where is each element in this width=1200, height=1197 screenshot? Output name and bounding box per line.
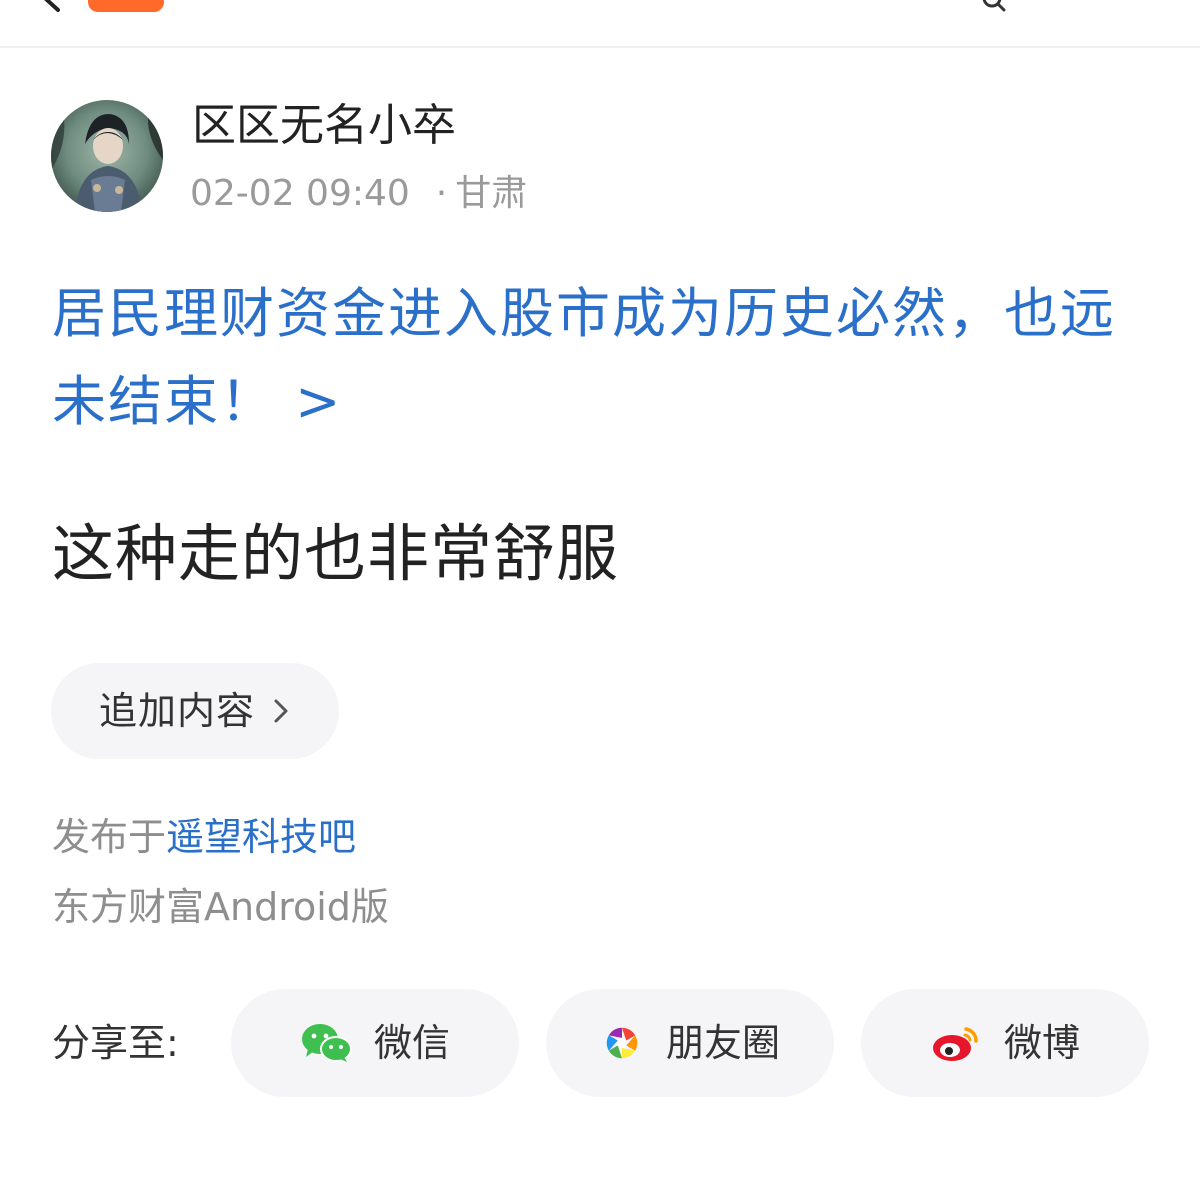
search-icon[interactable] (982, 0, 1006, 12)
client-source: 东方财富Android版 (52, 885, 389, 929)
wechat-icon (301, 1024, 352, 1062)
share-moments-label: 朋友圈 (665, 1021, 780, 1065)
post-detail-page: 区区无名小卒 02-02 09:40 · 甘肃 居民理财资金进入股市成为历史必然，也… (0, 0, 1200, 1197)
append-content-label: 追加内容 (99, 689, 256, 733)
post-body: 这种走的也非常舒服 (52, 517, 620, 590)
posted-in-line: 发布于遥望科技吧 (52, 814, 356, 860)
share-weibo-button[interactable]: 微博 (861, 989, 1149, 1097)
share-label: 分享至: (52, 1021, 179, 1065)
append-content-button[interactable]: 追加内容 (51, 663, 339, 759)
weibo-icon (932, 1027, 978, 1061)
author-name[interactable]: 区区无名小卒 (192, 100, 456, 152)
top-bar (0, 0, 1200, 48)
chevron-right-icon (274, 699, 288, 723)
share-wechat-label: 微信 (373, 1021, 450, 1065)
back-arrow-icon[interactable] (40, 0, 66, 12)
post-time: 02-02 09:40 (190, 173, 410, 214)
moments-icon (606, 1027, 638, 1059)
section-badge (88, 0, 164, 12)
share-wechat-button[interactable]: 微信 (231, 989, 519, 1097)
related-article-link[interactable]: 居民理财资金进入股市成为历史必然，也远未结束！ > (52, 270, 1162, 446)
meta-separator: · (435, 173, 448, 214)
board-link[interactable]: 遥望科技吧 (166, 815, 356, 859)
share-weibo-label: 微博 (1003, 1021, 1080, 1065)
post-meta: 02-02 09:40 · 甘肃 (190, 172, 527, 216)
share-moments-button[interactable]: 朋友圈 (546, 989, 834, 1097)
posted-in-prefix: 发布于 (52, 815, 167, 859)
post-location: 甘肃 (455, 173, 528, 214)
author-avatar[interactable] (51, 100, 163, 212)
